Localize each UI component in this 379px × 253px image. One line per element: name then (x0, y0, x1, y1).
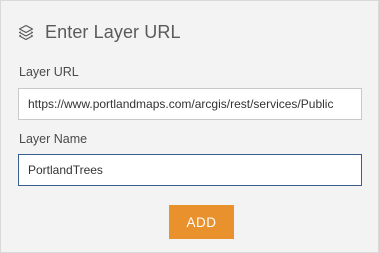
panel-title: Enter Layer URL (45, 21, 181, 42)
layers-icon (18, 23, 36, 41)
panel-header: Enter Layer URL (18, 19, 181, 45)
layer-url-label: Layer URL (19, 65, 79, 79)
layer-name-input[interactable] (18, 154, 362, 186)
enter-layer-url-panel: Enter Layer URL Layer URL Layer Name ADD (0, 0, 379, 253)
layer-url-input[interactable] (18, 88, 362, 120)
layer-name-label: Layer Name (19, 132, 88, 146)
add-button[interactable]: ADD (169, 205, 234, 239)
